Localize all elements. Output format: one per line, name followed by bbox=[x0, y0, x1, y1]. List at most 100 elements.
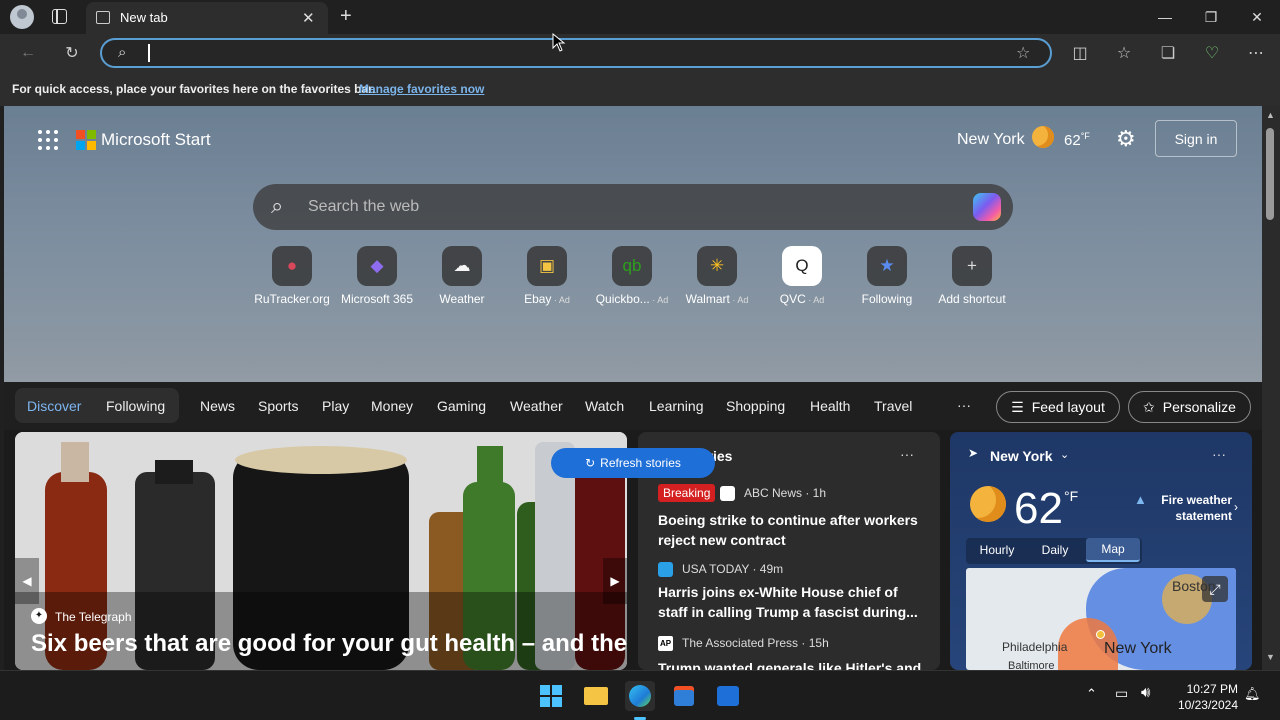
favorites-icon[interactable]: ☆ bbox=[1110, 40, 1138, 66]
tab-new-tab[interactable]: New tab ✕ bbox=[86, 2, 328, 34]
feed-layout-button[interactable]: ☰ Feed layout bbox=[996, 391, 1120, 423]
header-temp[interactable]: 62°F bbox=[1064, 131, 1090, 149]
refresh-stories-button[interactable]: ↻ Refresh stories bbox=[551, 448, 715, 478]
moon-cloud-icon bbox=[1032, 126, 1054, 148]
vertical-tabs-icon[interactable] bbox=[52, 9, 67, 24]
shortcut-microsoft-365[interactable]: ◆ Microsoft 365 bbox=[332, 246, 422, 306]
shortcut-walmart[interactable]: ✳ Walmart · Ad bbox=[672, 246, 762, 306]
address-input[interactable] bbox=[148, 44, 150, 62]
tab-money[interactable]: Money bbox=[371, 398, 413, 414]
close-window-icon[interactable]: ✕ bbox=[1234, 0, 1280, 34]
weather-city[interactable]: New York bbox=[990, 448, 1053, 464]
carousel-next-icon[interactable]: ▶ bbox=[603, 558, 627, 604]
tab-hourly[interactable]: Hourly bbox=[970, 538, 1024, 562]
more-categories-icon[interactable]: ··· bbox=[957, 397, 971, 413]
story-3[interactable]: AP The Associated Press · 15h Trump want… bbox=[638, 634, 940, 670]
expand-map-icon[interactable]: ⤢ bbox=[1202, 576, 1228, 602]
browser-essentials-icon[interactable]: ♡ bbox=[1198, 40, 1226, 66]
edge-browser-icon[interactable] bbox=[625, 681, 655, 711]
weather-map[interactable]: Boston Philadelphia New York Baltimore ⤢ bbox=[966, 568, 1236, 670]
collections-icon[interactable]: ❏ bbox=[1154, 40, 1182, 66]
carousel-prev-icon[interactable]: ◀ bbox=[15, 558, 39, 604]
volume-icon[interactable]: 🔊︎ bbox=[1141, 684, 1150, 701]
map-location-pin-icon bbox=[1096, 630, 1105, 639]
tab-weather[interactable]: Weather bbox=[510, 398, 563, 414]
hero-story-card[interactable]: ◀ ▶ ✦ The Telegraph Six beers that are g… bbox=[15, 432, 627, 670]
personalize-button[interactable]: ✩ Personalize bbox=[1128, 391, 1251, 423]
microsoft365-icon: ◆ bbox=[357, 246, 397, 286]
shortcut-qvc[interactable]: Q QVC · Ad bbox=[757, 246, 847, 306]
tab-shopping[interactable]: Shopping bbox=[726, 398, 785, 414]
telegraph-logo-icon: ✦ bbox=[31, 608, 47, 624]
tab-gaming[interactable]: Gaming bbox=[437, 398, 486, 414]
shortcut-add-shortcut[interactable]: + Add shortcut bbox=[927, 246, 1017, 306]
weather-location[interactable]: New York bbox=[957, 131, 1025, 149]
shortcut-quickbo[interactable]: qb Quickbo... · Ad bbox=[587, 246, 677, 306]
shortcut-label: Add shortcut bbox=[927, 292, 1017, 306]
tray-overflow-icon[interactable]: ⌃ bbox=[1086, 686, 1097, 702]
web-search-box[interactable]: ⌕ Search the web bbox=[253, 184, 1013, 230]
header-temp-unit: °F bbox=[1080, 131, 1090, 141]
city-dropdown-icon[interactable]: ⌄ bbox=[1060, 448, 1069, 461]
scroll-up-icon[interactable]: ▲ bbox=[1266, 110, 1275, 120]
hero-title[interactable]: Six beers that are good for your gut hea… bbox=[31, 630, 627, 658]
settings-more-icon[interactable]: ⋯ bbox=[1242, 40, 1270, 66]
shortcut-label-text: QVC bbox=[779, 292, 806, 306]
scroll-down-icon[interactable]: ▼ bbox=[1266, 652, 1275, 662]
tab-discover[interactable]: Discover bbox=[27, 398, 81, 414]
tab-title: New tab bbox=[120, 10, 168, 25]
brand-title[interactable]: Microsoft Start bbox=[101, 130, 211, 150]
minimize-icon[interactable]: — bbox=[1142, 0, 1188, 34]
shortcut-rutracker-org[interactable]: ● RuTracker.org bbox=[247, 246, 337, 306]
profile-avatar[interactable] bbox=[10, 5, 34, 29]
windows-start-icon[interactable] bbox=[536, 681, 566, 711]
network-icon[interactable]: ▭ bbox=[1115, 685, 1128, 702]
shortcut-ebay[interactable]: ▣ Ebay · Ad bbox=[502, 246, 592, 306]
split-screen-icon[interactable]: ◫ bbox=[1066, 40, 1094, 66]
refresh-icon[interactable]: ↻ bbox=[58, 40, 86, 66]
sign-in-button[interactable]: Sign in bbox=[1155, 120, 1237, 157]
manage-favorites-link[interactable]: Manage favorites now bbox=[359, 82, 484, 96]
microsoft-store-icon[interactable] bbox=[669, 681, 699, 711]
shortcut-weather[interactable]: ☁ Weather bbox=[417, 246, 507, 306]
ap-logo-icon: AP bbox=[658, 636, 673, 651]
tab-sports[interactable]: Sports bbox=[258, 398, 298, 414]
title-bar: New tab ✕ + — ❐ ✕ bbox=[0, 0, 1280, 34]
weather-more-icon[interactable]: ··· bbox=[1212, 446, 1226, 462]
shortcut-following[interactable]: ★ Following bbox=[842, 246, 932, 306]
tab-learning[interactable]: Learning bbox=[649, 398, 704, 414]
tab-following[interactable]: Following bbox=[106, 398, 165, 414]
file-explorer-icon[interactable] bbox=[581, 681, 611, 711]
tab-health[interactable]: Health bbox=[810, 398, 850, 414]
settings-gear-icon[interactable]: ⚙ bbox=[1116, 126, 1136, 152]
new-tab-plus-icon[interactable]: + bbox=[340, 5, 352, 28]
address-bar[interactable]: ⌕ ☆ bbox=[100, 38, 1052, 68]
tab-play[interactable]: Play bbox=[322, 398, 349, 414]
story-1[interactable]: Breaking ABC News · 1h Boeing strike to … bbox=[638, 482, 940, 552]
shortcut-label: Following bbox=[842, 292, 932, 306]
top-stories-more-icon[interactable]: ··· bbox=[900, 446, 914, 462]
back-arrow-icon[interactable]: ← bbox=[14, 40, 42, 66]
tab-news[interactable]: News bbox=[200, 398, 235, 414]
outlook-icon[interactable] bbox=[713, 681, 743, 711]
tab-watch[interactable]: Watch bbox=[585, 398, 624, 414]
scrollbar-thumb[interactable] bbox=[1266, 128, 1274, 220]
story-2[interactable]: USA TODAY · 49m Harris joins ex-White Ho… bbox=[638, 560, 940, 630]
sliders-icon: ☰ bbox=[1011, 398, 1024, 415]
tab-map[interactable]: Map bbox=[1086, 538, 1140, 562]
restore-icon[interactable]: ❐ bbox=[1188, 0, 1234, 34]
close-tab-icon[interactable]: ✕ bbox=[302, 9, 315, 27]
tab-travel[interactable]: Travel bbox=[874, 398, 912, 414]
copilot-icon[interactable] bbox=[973, 193, 1001, 221]
system-clock[interactable]: 10:27 PM 10/23/2024 bbox=[1172, 681, 1238, 713]
app-launcher-icon[interactable] bbox=[38, 130, 58, 150]
taskbar: ⌃ ▭ 🔊︎ 10:27 PM 10/23/2024 🔔︎ bbox=[0, 670, 1280, 720]
page-scrollbar[interactable]: ▲ ▼ bbox=[1262, 106, 1280, 670]
notifications-bell-icon[interactable]: 🔔︎ bbox=[1244, 686, 1261, 702]
ad-badge: · Ad bbox=[805, 295, 825, 305]
favorite-star-icon[interactable]: ☆ bbox=[1016, 43, 1030, 63]
alert-chevron-icon[interactable]: › bbox=[1234, 500, 1238, 514]
tab-daily[interactable]: Daily bbox=[1028, 538, 1082, 562]
shortcut-label: QVC · Ad bbox=[757, 292, 847, 306]
weather-alert[interactable]: Fire weather statement bbox=[1150, 492, 1232, 524]
